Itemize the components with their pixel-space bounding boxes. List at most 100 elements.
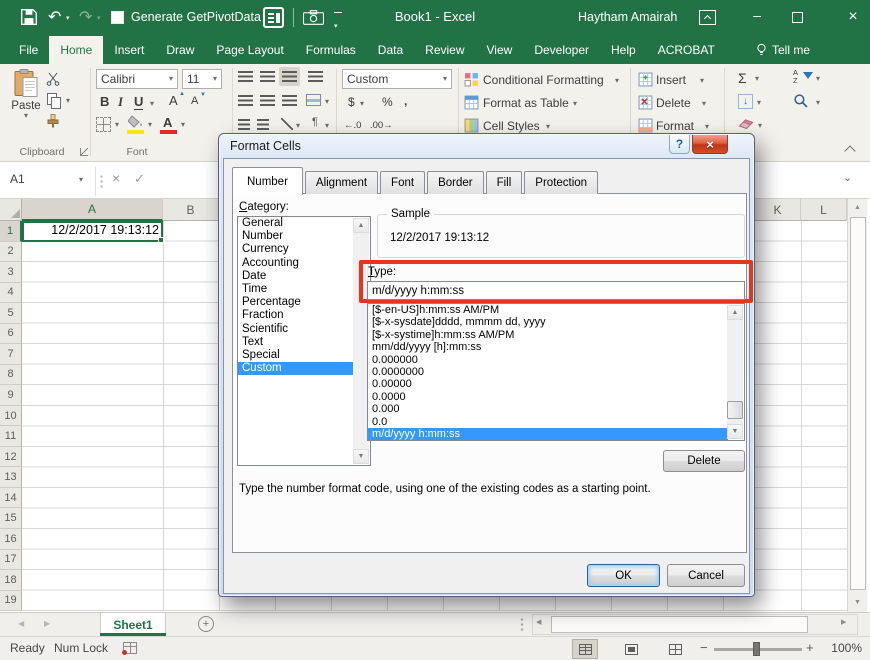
conditional-formatting-dropdown-icon[interactable]: ▾ — [615, 77, 619, 85]
bold-button[interactable]: B — [100, 94, 109, 109]
dialog-tab[interactable]: Protection — [524, 171, 599, 194]
category-item[interactable]: Number — [238, 230, 354, 243]
sheet-nav-left-icon[interactable]: ◀ — [18, 619, 24, 628]
scroll-up-icon[interactable]: ▲ — [727, 305, 743, 320]
scroll-down-icon[interactable]: ▼ — [727, 424, 743, 439]
view-page-break-button[interactable] — [662, 639, 688, 659]
decrease-font-size-button[interactable]: A — [191, 95, 198, 107]
collapse-ribbon-icon[interactable] — [844, 145, 856, 157]
merge-dropdown-icon[interactable]: ▾ — [325, 98, 329, 106]
camera-icon[interactable] — [303, 10, 324, 25]
sort-filter-dropdown-icon[interactable]: ▾ — [816, 75, 820, 83]
ribbon-tab[interactable]: Data — [367, 36, 414, 64]
format-code-item[interactable]: [$-x-systime]h:mm:ss AM/PM — [368, 329, 728, 341]
dialog-close-button[interactable]: × — [692, 135, 728, 154]
category-list[interactable]: General Number Currency Accounting Date Time P… — [237, 216, 371, 466]
generate-getpivotdata-label[interactable]: Generate GetPivotData — [131, 10, 261, 24]
ribbon-display-options-icon[interactable] — [699, 10, 716, 25]
delete-cells-button[interactable]: Delete — [656, 96, 691, 110]
format-code-item[interactable]: m/d/yyyy h:mm:ss — [368, 427, 728, 440]
format-dropdown-icon[interactable]: ▾ — [705, 123, 709, 131]
row-header[interactable]: 8 — [0, 364, 22, 386]
row-header[interactable]: 16 — [0, 528, 22, 550]
row-header[interactable]: 9 — [0, 385, 22, 406]
orientation-dropdown-icon[interactable]: ▾ — [296, 122, 300, 130]
fill-color-dropdown-icon[interactable]: ▾ — [148, 121, 152, 129]
category-item[interactable]: Currency — [238, 243, 354, 256]
close-button[interactable]: × — [836, 8, 870, 26]
view-page-layout-button[interactable] — [618, 639, 644, 659]
wrap-text-icon[interactable] — [308, 71, 323, 82]
row-header[interactable]: 12 — [0, 446, 22, 468]
row-header[interactable]: 18 — [0, 570, 22, 591]
accounting-dropdown-icon[interactable]: ▾ — [360, 100, 364, 108]
add-sheet-button[interactable]: + — [198, 616, 214, 632]
format-as-table-button[interactable]: Format as Table — [483, 96, 569, 110]
autosum-dropdown-icon[interactable]: ▾ — [755, 75, 759, 83]
type-input[interactable] — [367, 281, 745, 300]
ribbon-tab[interactable]: ACROBAT — [647, 36, 726, 64]
category-item[interactable]: Time — [238, 283, 354, 296]
font-size-combo[interactable]: 11 ▾ — [182, 69, 222, 89]
cell-a1-value[interactable]: 12/2/2017 19:13:12 — [24, 223, 159, 237]
format-code-item[interactable]: [$-en-US]h:mm:ss AM/PM — [368, 304, 728, 316]
merge-center-icon[interactable] — [306, 94, 321, 106]
align-left-icon[interactable] — [238, 95, 253, 106]
row-header[interactable]: 17 — [0, 549, 22, 571]
clipboard-dialog-launcher-icon[interactable] — [80, 148, 88, 156]
underline-button[interactable]: U — [134, 94, 144, 110]
row-header[interactable]: 3 — [0, 262, 22, 283]
ribbon-tab[interactable]: Insert — [103, 36, 155, 64]
row-header[interactable]: 4 — [0, 282, 22, 304]
paste-button[interactable]: Paste ▾ — [8, 69, 44, 133]
sort-filter-icon[interactable]: AZ — [793, 69, 813, 87]
ribbon-tab[interactable]: Developer — [523, 36, 600, 64]
row-header[interactable]: 15 — [0, 508, 22, 529]
scroll-right-icon[interactable]: ▶ — [841, 618, 846, 626]
insert-cells-button[interactable]: Insert — [656, 73, 686, 87]
format-code-item[interactable]: [$-x-sysdate]dddd, mmmm dd, yyyy — [368, 316, 728, 328]
ribbon-tab[interactable]: File — [8, 36, 49, 64]
scroll-left-icon[interactable]: ◀ — [536, 618, 541, 626]
category-item[interactable]: Fraction — [238, 309, 354, 322]
borders-dropdown-icon[interactable]: ▾ — [115, 121, 119, 129]
align-center-icon[interactable] — [260, 95, 275, 106]
clear-dropdown-icon[interactable]: ▾ — [758, 122, 762, 130]
dialog-tab[interactable]: Font — [380, 171, 426, 194]
cell-styles-button[interactable]: Cell Styles — [483, 119, 540, 133]
row-header[interactable]: 1 — [0, 221, 22, 242]
dialog-tab[interactable]: Alignment — [304, 171, 379, 194]
generate-getpivotdata-checkbox[interactable] — [111, 11, 124, 24]
orientation-icon[interactable] — [281, 118, 293, 130]
ribbon-tab[interactable]: Draw — [155, 36, 205, 64]
row-header[interactable]: 19 — [0, 590, 22, 612]
horizontal-scrollbar[interactable]: ◀ ▶ — [532, 614, 858, 635]
format-code-item[interactable]: 0.000 — [368, 403, 728, 415]
row-header[interactable]: 14 — [0, 487, 22, 509]
scroll-up-icon[interactable]: ▲ — [353, 218, 369, 233]
vertical-scroll-thumb[interactable] — [850, 217, 866, 590]
undo-dropdown-icon[interactable]: ▾ — [66, 14, 70, 22]
fill-color-icon[interactable] — [128, 115, 143, 128]
format-painter-icon[interactable] — [46, 114, 60, 128]
category-item[interactable]: Special — [238, 349, 354, 362]
scroll-down-icon[interactable]: ▼ — [848, 594, 867, 611]
undo-icon[interactable]: ↶ — [48, 7, 61, 27]
minimize-button[interactable]: – — [740, 7, 774, 23]
ribbon-tab[interactable]: Home — [49, 36, 104, 64]
row-header[interactable]: 7 — [0, 344, 22, 365]
comma-style-icon[interactable]: , — [404, 94, 407, 108]
text-direction-dropdown-icon[interactable]: ▾ — [325, 122, 329, 130]
dialog-tab[interactable]: Number — [232, 167, 303, 195]
zoom-level[interactable]: 100% — [820, 641, 862, 655]
scroll-up-icon[interactable]: ▲ — [848, 199, 867, 216]
fill-down-icon[interactable]: ↓ — [738, 94, 753, 109]
row-header[interactable]: 10 — [0, 405, 22, 427]
format-code-item[interactable]: 0.0000 — [368, 391, 728, 403]
category-item[interactable]: General — [238, 217, 354, 230]
fill-handle[interactable] — [158, 237, 164, 243]
ok-button[interactable]: OK — [587, 564, 660, 587]
column-header-b[interactable]: B — [163, 199, 219, 221]
cancel-button[interactable]: Cancel — [667, 564, 745, 587]
insert-dropdown-icon[interactable]: ▾ — [700, 77, 704, 85]
